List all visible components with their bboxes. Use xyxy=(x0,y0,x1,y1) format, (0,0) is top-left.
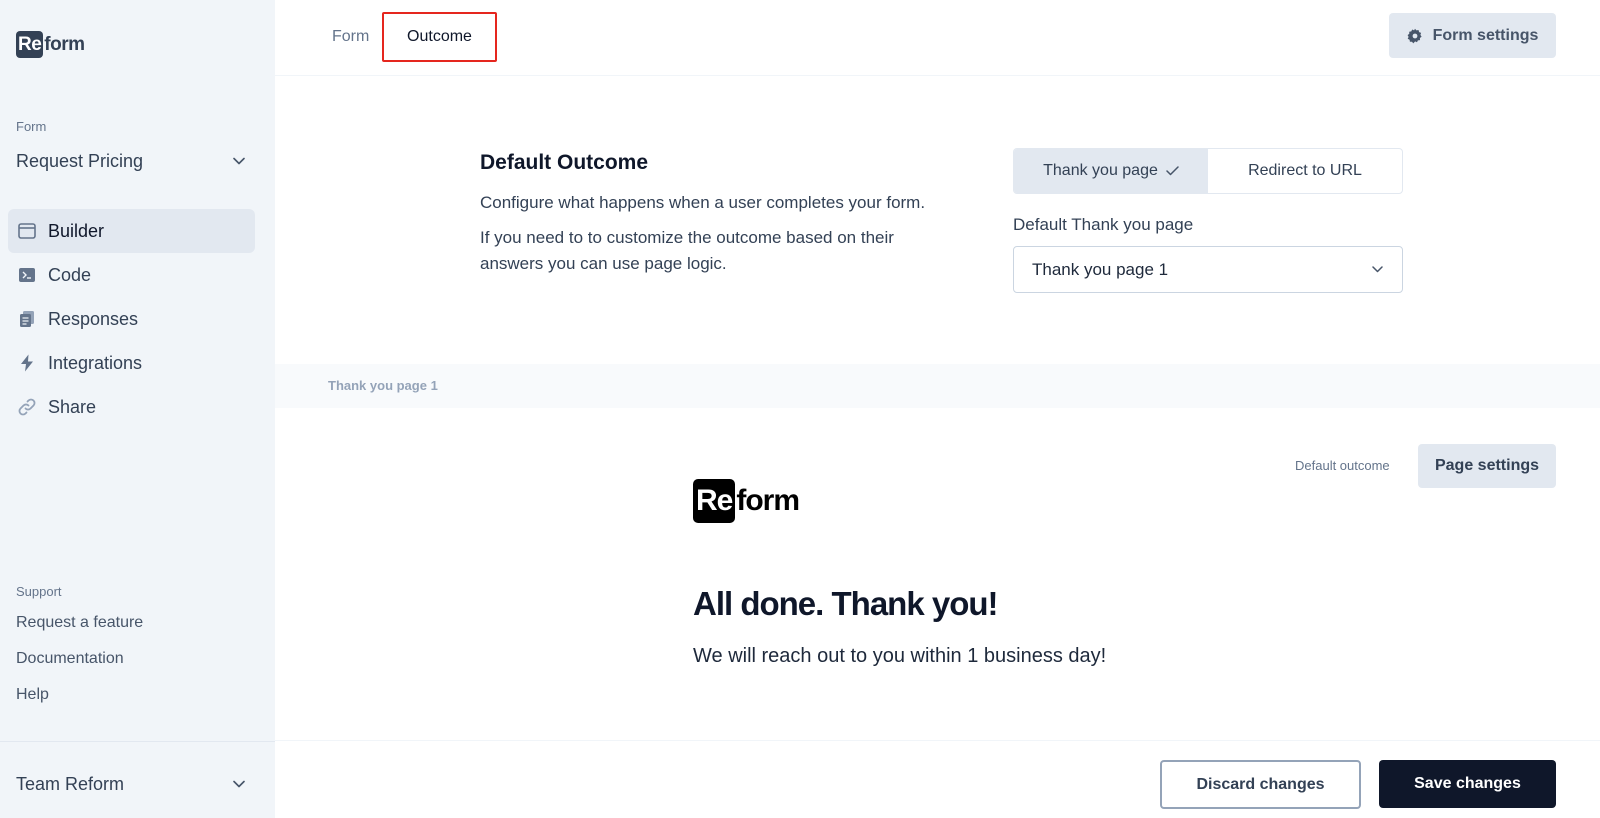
sidebar-item-builder[interactable]: Builder xyxy=(8,209,255,253)
outcome-desc-1: Configure what happens when a user compl… xyxy=(480,193,926,212)
form-name: Request Pricing xyxy=(16,150,144,171)
sidebar-divider xyxy=(0,741,275,742)
sidebar-item-label: Share xyxy=(48,396,97,417)
help-link[interactable]: Help xyxy=(16,683,143,719)
redirect-to-url-option[interactable]: Redirect to URL xyxy=(1208,149,1402,193)
page-section-header: Thank you page 1 xyxy=(275,364,1600,408)
default-thank-you-page-select[interactable]: Thank you page 1 xyxy=(1013,246,1403,293)
request-feature-link[interactable]: Request a feature xyxy=(16,611,143,647)
gear-icon xyxy=(1407,28,1423,44)
window-icon xyxy=(18,222,36,240)
logo-text: form xyxy=(44,33,85,55)
outcome-description: Configure what happens when a user compl… xyxy=(480,190,960,277)
team-name: Team Reform xyxy=(16,773,125,794)
option-label: Redirect to URL xyxy=(1248,162,1362,179)
thank-you-title[interactable]: All done. Thank you! xyxy=(693,585,999,623)
preview-reform-logo: Re form xyxy=(693,479,800,523)
select-value: Thank you page 1 xyxy=(1032,259,1169,279)
terminal-icon xyxy=(18,266,36,284)
app: Re form Form Request Pricing Builder Cod… xyxy=(0,0,1600,818)
documentation-link[interactable]: Documentation xyxy=(16,647,143,683)
form-section-label: Form xyxy=(16,119,47,134)
sidebar-item-label: Code xyxy=(48,264,92,285)
sidebar-item-code[interactable]: Code xyxy=(8,253,255,297)
chevron-down-icon xyxy=(1370,263,1384,277)
page-section-label: Thank you page 1 xyxy=(328,378,438,393)
top-bar: Form Outcome Form settings xyxy=(275,0,1600,76)
chevron-down-icon xyxy=(232,777,246,791)
preview-logo-box: Re xyxy=(693,479,736,523)
sidebar-nav: Builder Code Responses Integrations Shar… xyxy=(8,209,255,429)
page-settings-button[interactable]: Page settings xyxy=(1418,444,1556,488)
outcome-type-toggle: Thank you page Redirect to URL xyxy=(1013,148,1403,194)
footer-divider xyxy=(275,740,1600,741)
logo-box: Re xyxy=(16,31,44,58)
sidebar-item-label: Responses xyxy=(48,308,139,329)
sidebar-item-share[interactable]: Share xyxy=(8,385,255,429)
support-section-label: Support xyxy=(16,584,62,599)
outcome-desc-2: If you need to to customize the outcome … xyxy=(480,228,894,273)
form-settings-button[interactable]: Form settings xyxy=(1389,13,1556,58)
tab-form[interactable]: Form xyxy=(332,12,369,62)
save-changes-button[interactable]: Save changes xyxy=(1379,760,1556,808)
chevron-down-icon xyxy=(232,154,246,168)
discard-changes-button[interactable]: Discard changes xyxy=(1160,760,1361,809)
form-settings-label: Form settings xyxy=(1432,26,1539,44)
thank-you-subtitle[interactable]: We will reach out to you within 1 busine… xyxy=(693,645,1106,668)
check-icon xyxy=(1166,166,1179,176)
link-icon xyxy=(18,398,36,416)
thank-you-page-option[interactable]: Thank you page xyxy=(1014,149,1208,193)
option-label: Thank you page xyxy=(1043,162,1158,179)
sidebar: Re form Form Request Pricing Builder Cod… xyxy=(0,0,275,818)
default-outcome-badge: Default outcome xyxy=(1295,458,1390,473)
sidebar-item-integrations[interactable]: Integrations xyxy=(8,341,255,385)
default-thank-you-page-label: Default Thank you page xyxy=(1013,215,1194,234)
default-outcome-title: Default Outcome xyxy=(480,151,649,174)
sidebar-item-label: Builder xyxy=(48,220,105,241)
reform-logo[interactable]: Re form xyxy=(16,31,85,58)
main-content: Form Outcome Form settings Default Outco… xyxy=(275,0,1600,818)
sidebar-item-label: Integrations xyxy=(48,352,143,373)
lightning-icon xyxy=(18,354,36,372)
tab-outcome[interactable]: Outcome xyxy=(382,12,497,62)
support-links: Request a feature Documentation Help xyxy=(16,611,143,719)
documents-icon xyxy=(18,310,36,328)
form-selector[interactable]: Request Pricing xyxy=(16,149,246,173)
sidebar-item-responses[interactable]: Responses xyxy=(8,297,255,341)
team-selector[interactable]: Team Reform xyxy=(16,772,246,796)
preview-logo-text: form xyxy=(736,484,800,517)
